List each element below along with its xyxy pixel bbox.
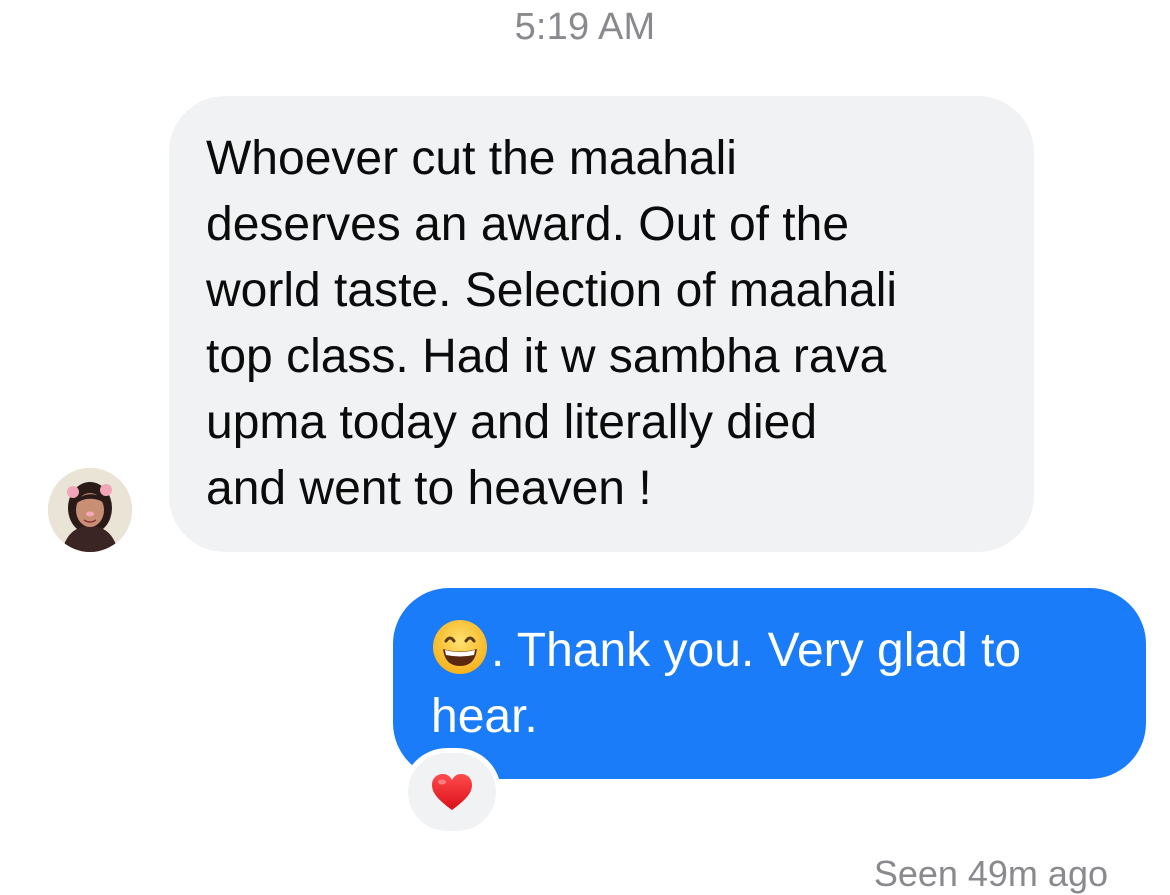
outgoing-message-content: . Thank you. Very glad to hear.	[431, 618, 1106, 750]
avatar-photo-icon	[48, 468, 132, 552]
incoming-message-text: Whoever cut the maahali deserves an awar…	[206, 132, 898, 515]
message-timestamp: 5:19 AM	[514, 6, 656, 48]
seen-status: Seen 49m ago	[873, 853, 1108, 894]
outgoing-message-bubble[interactable]: . Thank you. Very glad to hear.	[393, 588, 1146, 779]
outgoing-message-text: . Thank you. Very glad to hear.	[431, 624, 1022, 743]
grinning-face-emoji-icon	[431, 618, 489, 676]
red-heart-icon	[432, 774, 472, 810]
message-reaction[interactable]	[408, 753, 496, 831]
incoming-message-bubble[interactable]: Whoever cut the maahali deserves an awar…	[169, 96, 1034, 552]
contact-avatar[interactable]	[48, 468, 132, 552]
